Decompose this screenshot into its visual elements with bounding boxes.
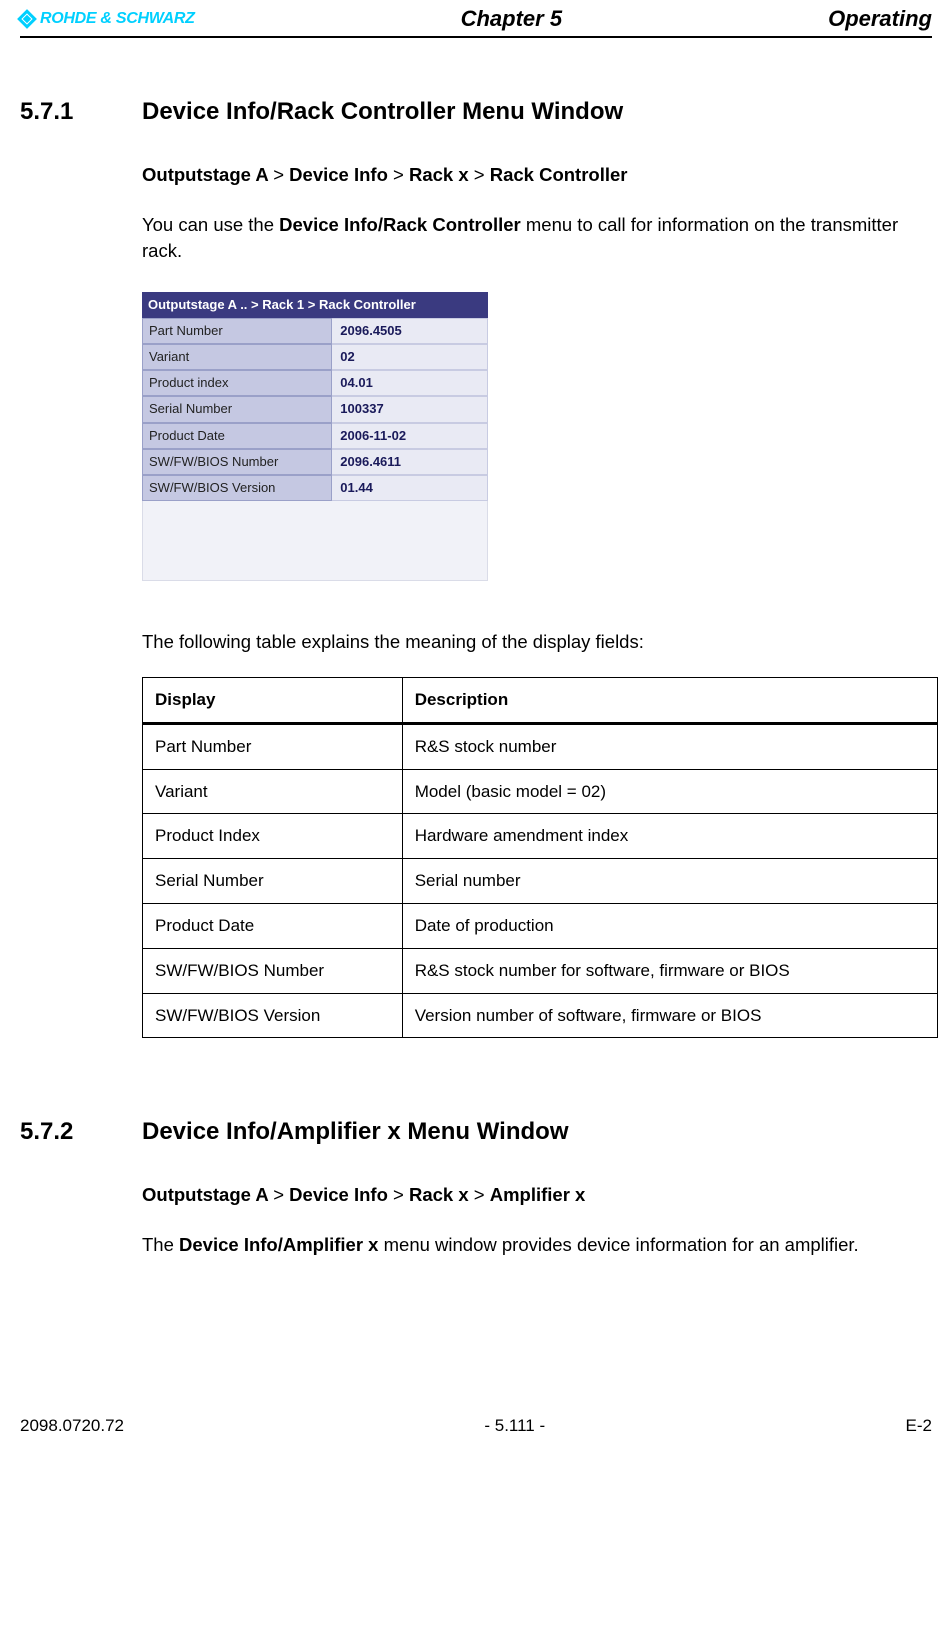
table-cell: Version number of software, firmware or … — [402, 993, 937, 1038]
table-cell: SW/FW/BIOS Version — [143, 993, 403, 1038]
para-bold: Device Info/Amplifier x — [179, 1234, 378, 1255]
ui-label: Part Number — [142, 318, 332, 344]
section-number: 5.7.2 — [20, 1118, 102, 1146]
logo-diamond-icon — [17, 9, 37, 29]
ui-filler-area — [142, 501, 488, 581]
breadcrumb-part: Device Info — [289, 164, 388, 185]
table-row: SW/FW/BIOS Version Version number of sof… — [143, 993, 938, 1038]
ui-value: 2096.4611 — [332, 449, 488, 475]
intro-paragraph: You can use the Device Info/Rack Control… — [142, 212, 932, 264]
table-row: Variant Model (basic model = 02) — [143, 769, 938, 814]
para-text: The — [142, 1234, 179, 1255]
ui-label: Product Date — [142, 423, 332, 449]
breadcrumb-part: Rack x — [409, 1184, 469, 1205]
ui-value: 2006-11-02 — [332, 423, 488, 449]
section-heading: 5.7.1 Device Info/Rack Controller Menu W… — [20, 98, 932, 126]
footer-center: - 5.111 - — [484, 1416, 545, 1436]
table-row: Part Number R&S stock number — [143, 723, 938, 769]
explain-text: The following table explains the meaning… — [142, 629, 932, 655]
table-cell: Part Number — [143, 723, 403, 769]
chapter-label: Chapter 5 — [461, 6, 562, 32]
breadcrumb-part: Amplifier x — [490, 1184, 586, 1205]
ui-label: SW/FW/BIOS Number — [142, 449, 332, 475]
ui-value: 01.44 — [332, 475, 488, 501]
ui-label: Variant — [142, 344, 332, 370]
breadcrumb: Outputstage A > Device Info > Rack x > R… — [142, 162, 932, 188]
page-footer: 2098.0720.72 - 5.111 - E-2 — [0, 1408, 952, 1456]
table-cell: Serial Number — [143, 859, 403, 904]
table-cell: Product Date — [143, 904, 403, 949]
ui-value: 100337 — [332, 396, 488, 422]
para-text: menu window provides device information … — [378, 1234, 858, 1255]
section-title: Device Info/Amplifier x Menu Window — [142, 1118, 569, 1146]
table-row: SW/FW/BIOS Number R&S stock number for s… — [143, 948, 938, 993]
table-row: Product Date Date of production — [143, 904, 938, 949]
operating-label: Operating — [828, 6, 932, 32]
table-header: Description — [402, 678, 937, 724]
table-cell: SW/FW/BIOS Number — [143, 948, 403, 993]
table-cell: Model (basic model = 02) — [402, 769, 937, 814]
table-cell: Serial number — [402, 859, 937, 904]
footer-left: 2098.0720.72 — [20, 1416, 124, 1436]
ui-label: SW/FW/BIOS Version — [142, 475, 332, 501]
breadcrumb-part: Outputstage A — [142, 164, 268, 185]
ui-row: SW/FW/BIOS Number 2096.4611 — [142, 449, 488, 475]
table-cell: Product Index — [143, 814, 403, 859]
table-row: Product Index Hardware amendment index — [143, 814, 938, 859]
breadcrumb-part: Outputstage A — [142, 1184, 268, 1205]
ui-value: 04.01 — [332, 370, 488, 396]
ui-row: Product index 04.01 — [142, 370, 488, 396]
ui-row: Part Number 2096.4505 — [142, 318, 488, 344]
ui-label: Serial Number — [142, 396, 332, 422]
table-header: Display — [143, 678, 403, 724]
ui-row: SW/FW/BIOS Version 01.44 — [142, 475, 488, 501]
table-cell: R&S stock number — [402, 723, 937, 769]
breadcrumb-part: Rack Controller — [490, 164, 628, 185]
table-cell: Hardware amendment index — [402, 814, 937, 859]
section-heading: 5.7.2 Device Info/Amplifier x Menu Windo… — [20, 1118, 932, 1146]
footer-right: E-2 — [906, 1416, 932, 1436]
ui-row: Variant 02 — [142, 344, 488, 370]
brand-logo: ROHDE & SCHWARZ — [20, 10, 195, 28]
ui-label: Product index — [142, 370, 332, 396]
logo-text: ROHDE & SCHWARZ — [40, 10, 195, 28]
para-text: You can use the — [142, 214, 279, 235]
table-row: Serial Number Serial number — [143, 859, 938, 904]
breadcrumb-part: Rack x — [409, 164, 469, 185]
intro-paragraph: The Device Info/Amplifier x menu window … — [142, 1232, 932, 1258]
table-cell: R&S stock number for software, firmware … — [402, 948, 937, 993]
section-title: Device Info/Rack Controller Menu Window — [142, 98, 623, 126]
section-number: 5.7.1 — [20, 98, 102, 126]
ui-screenshot: Outputstage A .. > Rack 1 > Rack Control… — [142, 292, 488, 582]
para-bold: Device Info/Rack Controller — [279, 214, 521, 235]
ui-value: 2096.4505 — [332, 318, 488, 344]
ui-titlebar: Outputstage A .. > Rack 1 > Rack Control… — [142, 292, 488, 318]
table-cell: Date of production — [402, 904, 937, 949]
table-cell: Variant — [143, 769, 403, 814]
breadcrumb: Outputstage A > Device Info > Rack x > A… — [142, 1182, 932, 1208]
page-header: ROHDE & SCHWARZ Chapter 5 Operating — [20, 0, 932, 38]
breadcrumb-part: Device Info — [289, 1184, 388, 1205]
ui-row: Product Date 2006-11-02 — [142, 423, 488, 449]
description-table: Display Description Part Number R&S stoc… — [142, 677, 938, 1038]
ui-value: 02 — [332, 344, 488, 370]
ui-row: Serial Number 100337 — [142, 396, 488, 422]
